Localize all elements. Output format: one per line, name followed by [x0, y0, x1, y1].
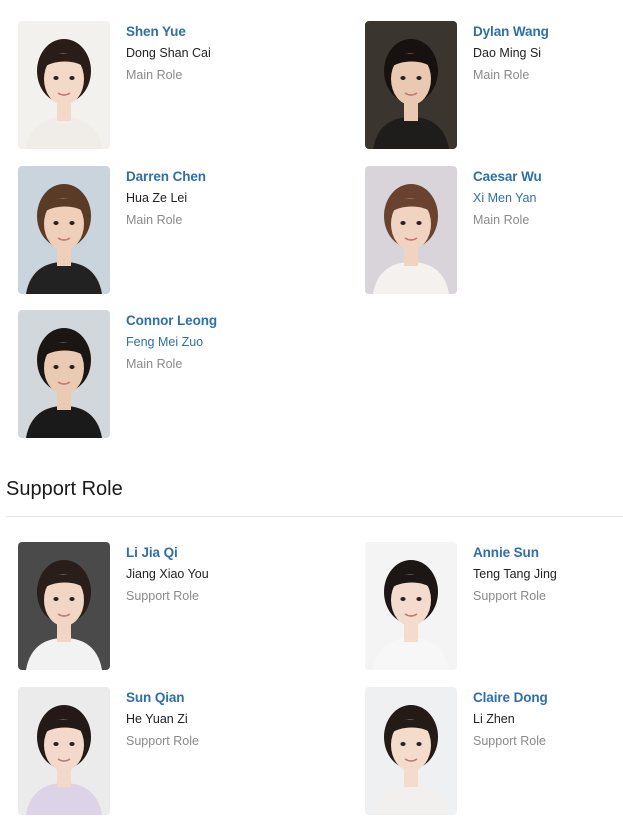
cast-card: Connor Leong Feng Mei Zuo Main Role — [18, 310, 278, 440]
character-name: Jiang Xiao You — [126, 567, 209, 581]
actor-name-link[interactable]: Annie Sun — [473, 544, 557, 562]
cast-card: Shen Yue Dong Shan Cai Main Role — [18, 21, 278, 151]
role-label: Main Role — [473, 68, 530, 82]
actor-name-link[interactable]: Claire Dong — [473, 689, 548, 707]
role-label: Support Role — [126, 734, 199, 748]
cast-card: Li Jia Qi Jiang Xiao You Support Role — [18, 542, 278, 672]
character-name: Teng Tang Jing — [473, 567, 557, 581]
actor-photo[interactable] — [18, 166, 110, 294]
character-name-link[interactable]: Feng Mei Zuo — [126, 333, 217, 351]
cast-card: Darren Chen Hua Ze Lei Main Role — [18, 166, 278, 296]
section-divider — [6, 516, 623, 517]
character-name-link[interactable]: Xi Men Yan — [473, 189, 542, 207]
role-label: Main Role — [126, 213, 183, 227]
role-label: Main Role — [473, 213, 530, 227]
character-name: Hua Ze Lei — [126, 191, 188, 205]
cast-card: Claire Dong Li Zhen Support Role — [365, 687, 623, 817]
actor-photo[interactable] — [18, 310, 110, 438]
cast-card: Dylan Wang Dao Ming Si Main Role — [365, 21, 623, 151]
character-name: He Yuan Zi — [126, 712, 188, 726]
role-label: Support Role — [126, 589, 199, 603]
role-label: Main Role — [126, 68, 183, 82]
role-label: Main Role — [126, 357, 183, 371]
actor-photo[interactable] — [365, 166, 457, 294]
section-heading: Support Role — [6, 478, 123, 500]
actor-photo[interactable] — [18, 21, 110, 149]
actor-photo[interactable] — [365, 542, 457, 670]
actor-photo[interactable] — [365, 21, 457, 149]
actor-name-link[interactable]: Li Jia Qi — [126, 544, 209, 562]
actor-name-link[interactable]: Dylan Wang — [473, 23, 549, 41]
actor-name-link[interactable]: Sun Qian — [126, 689, 199, 707]
role-label: Support Role — [473, 734, 546, 748]
cast-card: Annie Sun Teng Tang Jing Support Role — [365, 542, 623, 672]
actor-name-link[interactable]: Darren Chen — [126, 168, 206, 186]
actor-name-link[interactable]: Caesar Wu — [473, 168, 542, 186]
cast-card: Sun Qian He Yuan Zi Support Role — [18, 687, 278, 817]
actor-name-link[interactable]: Connor Leong — [126, 312, 217, 330]
role-label: Support Role — [473, 589, 546, 603]
actor-photo[interactable] — [18, 542, 110, 670]
character-name: Dao Ming Si — [473, 46, 542, 60]
actor-photo[interactable] — [365, 687, 457, 815]
actor-photo[interactable] — [18, 687, 110, 815]
character-name: Dong Shan Cai — [126, 46, 211, 60]
actor-name-link[interactable]: Shen Yue — [126, 23, 211, 41]
cast-card: Caesar Wu Xi Men Yan Main Role — [365, 166, 623, 296]
character-name: Li Zhen — [473, 712, 515, 726]
